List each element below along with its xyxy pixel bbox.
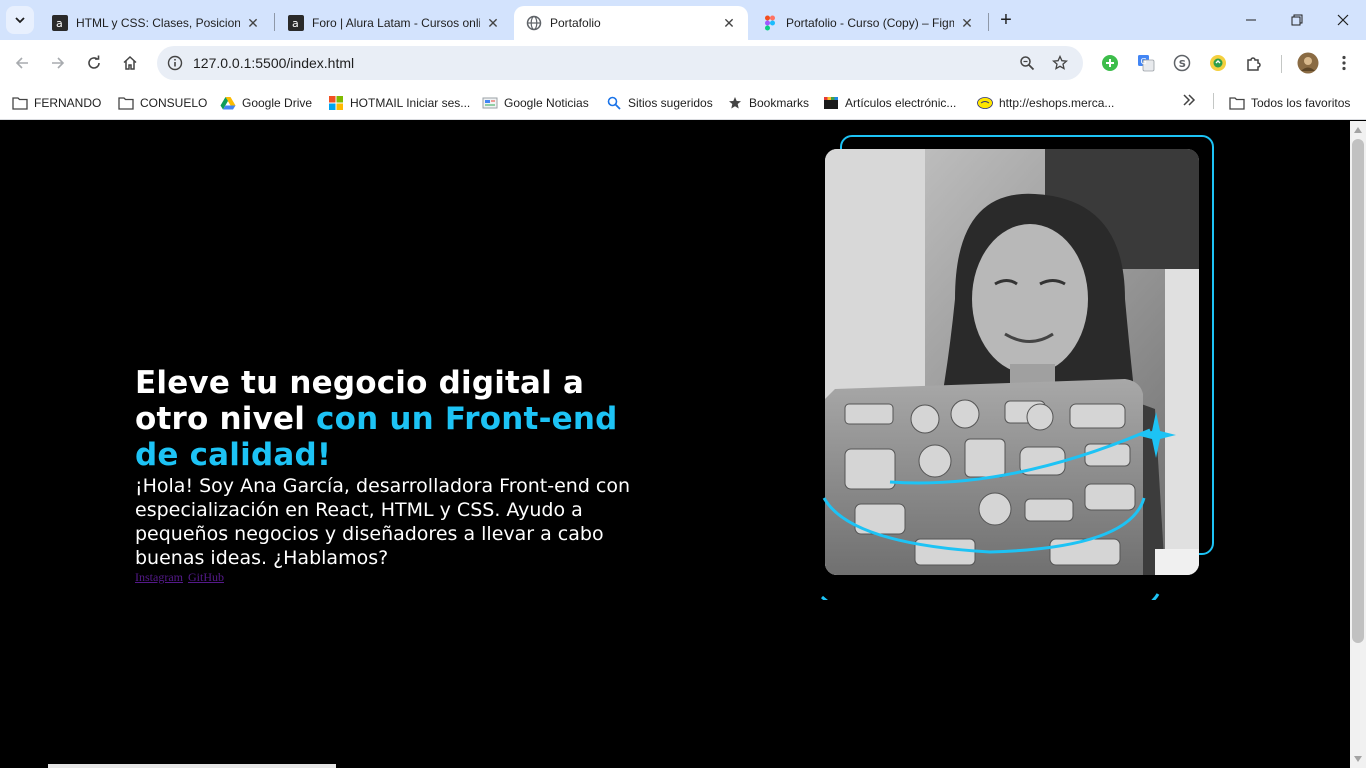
bookmark-folder-fernando[interactable]: FERNANDO xyxy=(12,92,101,114)
tab-search-button[interactable] xyxy=(6,6,34,34)
reload-button[interactable] xyxy=(78,47,110,79)
tab-title: Foro | Alura Latam - Cursos online xyxy=(312,16,480,30)
tab-title: Portafolio xyxy=(550,16,601,30)
zoom-icon[interactable] xyxy=(1017,53,1037,73)
bookmark-bookmarks[interactable]: Bookmarks xyxy=(727,92,809,114)
horizontal-scrollbar-thumb[interactable] xyxy=(48,764,336,768)
github-link[interactable]: GitHub xyxy=(188,570,224,584)
bookmarks-bar: FERNANDO CONSUELO Google Drive HOTMAIL I… xyxy=(0,86,1366,120)
folder-icon xyxy=(1229,95,1245,111)
portrait-image xyxy=(825,149,1199,575)
tab-title: HTML y CSS: Clases, Posicionamiento xyxy=(76,16,240,30)
instagram-link[interactable]: Instagram xyxy=(135,570,183,584)
bookmark-label: Artículos electrónic... xyxy=(845,96,957,110)
restore-icon xyxy=(1291,14,1303,26)
url-input[interactable] xyxy=(193,55,793,71)
bookmark-label: http://eshops.merca... xyxy=(999,96,1115,110)
minimize-icon xyxy=(1246,19,1256,21)
browser-menu-icon[interactable] xyxy=(1334,53,1354,73)
bookmark-label: HOTMAIL Iniciar ses... xyxy=(350,96,471,110)
tab-separator xyxy=(274,13,275,31)
mercadolibre-icon xyxy=(977,95,993,111)
tab-strip: a HTML y CSS: Clases, Posicionamiento ✕ … xyxy=(0,0,1366,40)
new-tab-button[interactable]: + xyxy=(994,8,1018,32)
bookmark-label: Sitios sugeridos xyxy=(628,96,713,110)
close-icon[interactable]: ✕ xyxy=(244,14,262,32)
star-icon xyxy=(727,95,743,111)
arrow-right-icon xyxy=(52,57,65,69)
toolbar-separator xyxy=(1281,55,1282,73)
home-button[interactable] xyxy=(114,47,146,79)
tab-figma[interactable]: Portafolio - Curso (Copy) – Figma ✕ xyxy=(750,6,986,40)
close-icon[interactable]: ✕ xyxy=(720,14,738,32)
extension-yellow-icon[interactable] xyxy=(1208,53,1228,73)
close-window-button[interactable] xyxy=(1320,0,1366,40)
tab-separator xyxy=(988,13,989,31)
folder-icon xyxy=(118,95,134,111)
google-translate-icon[interactable]: G xyxy=(1136,53,1156,73)
search-icon xyxy=(606,95,622,111)
bookmark-google-drive[interactable]: Google Drive xyxy=(220,92,312,114)
home-icon xyxy=(123,55,137,70)
bookmark-eshops[interactable]: http://eshops.merca... xyxy=(977,92,1114,114)
microsoft-icon xyxy=(328,95,344,111)
scroll-down-arrow-icon[interactable] xyxy=(1350,752,1366,766)
alura-icon: a xyxy=(52,15,68,31)
news-icon xyxy=(482,95,498,111)
google-drive-icon xyxy=(220,95,236,111)
bookmark-articulos[interactable]: Artículos electrónic... xyxy=(823,92,956,114)
hero-title: Eleve tu negocio digital a otro nivel co… xyxy=(135,365,635,473)
reload-icon xyxy=(88,55,100,69)
scrollbar-thumb[interactable] xyxy=(1352,139,1364,643)
bookmarks-separator xyxy=(1213,93,1214,109)
bookmark-sitios-sugeridos[interactable]: Sitios sugeridos xyxy=(606,92,713,114)
bookmark-label: FERNANDO xyxy=(34,96,102,110)
arrow-left-icon xyxy=(15,57,28,69)
hero-description: ¡Hola! Soy Ana García, desarrolladora Fr… xyxy=(135,475,631,569)
bookmark-label: Bookmarks xyxy=(749,96,810,110)
profile-photo xyxy=(825,149,1199,575)
browser-toolbar: G S xyxy=(0,40,1366,86)
tab-html-css[interactable]: a HTML y CSS: Clases, Posicionamiento ✕ xyxy=(40,6,272,40)
tab-title: Portafolio - Curso (Copy) – Figma xyxy=(786,16,954,30)
extension-add-icon[interactable] xyxy=(1100,53,1120,73)
svg-text:G: G xyxy=(1141,57,1147,66)
forward-button[interactable] xyxy=(42,47,74,79)
bookmark-all-favorites[interactable]: Todos los favoritos xyxy=(1229,92,1350,114)
svg-text:a: a xyxy=(292,17,299,30)
close-icon[interactable]: ✕ xyxy=(484,14,502,32)
minimize-button[interactable] xyxy=(1228,0,1274,40)
globe-icon xyxy=(526,15,542,31)
chevron-double-right-icon[interactable] xyxy=(1180,91,1198,109)
chevron-down-icon xyxy=(15,17,25,24)
store-icon xyxy=(823,95,839,111)
bookmark-hotmail[interactable]: HOTMAIL Iniciar ses... xyxy=(328,92,470,114)
social-links: Instagram GitHub xyxy=(135,570,226,585)
back-button[interactable] xyxy=(6,47,38,79)
restore-button[interactable] xyxy=(1274,0,1320,40)
bookmark-label: CONSUELO xyxy=(140,96,208,110)
tab-foro-alura[interactable]: a Foro | Alura Latam - Cursos online ✕ xyxy=(276,6,512,40)
close-icon[interactable]: ✕ xyxy=(958,14,976,32)
tab-portafolio[interactable]: Portafolio ✕ xyxy=(514,6,748,40)
profile-avatar[interactable] xyxy=(1297,52,1319,74)
alura-icon: a xyxy=(288,15,304,31)
svg-text:a: a xyxy=(56,17,63,30)
skype-icon[interactable]: S xyxy=(1172,53,1192,73)
extensions-puzzle-icon[interactable] xyxy=(1244,53,1264,73)
bookmark-label: Google Drive xyxy=(242,96,313,110)
scroll-up-arrow-icon[interactable] xyxy=(1350,123,1366,137)
bookmark-label: Todos los favoritos xyxy=(1251,96,1351,110)
close-icon xyxy=(1337,14,1349,26)
vertical-scrollbar[interactable] xyxy=(1350,121,1366,768)
bookmark-star-icon[interactable] xyxy=(1050,53,1070,73)
figma-icon xyxy=(765,15,775,31)
folder-icon xyxy=(12,95,28,111)
site-info-icon[interactable] xyxy=(165,53,185,73)
bookmark-label: Google Noticias xyxy=(504,96,589,110)
bookmark-google-noticias[interactable]: Google Noticias xyxy=(482,92,589,114)
svg-text:S: S xyxy=(1179,59,1186,70)
address-bar[interactable] xyxy=(157,46,1083,80)
bookmark-folder-consuelo[interactable]: CONSUELO xyxy=(118,92,207,114)
